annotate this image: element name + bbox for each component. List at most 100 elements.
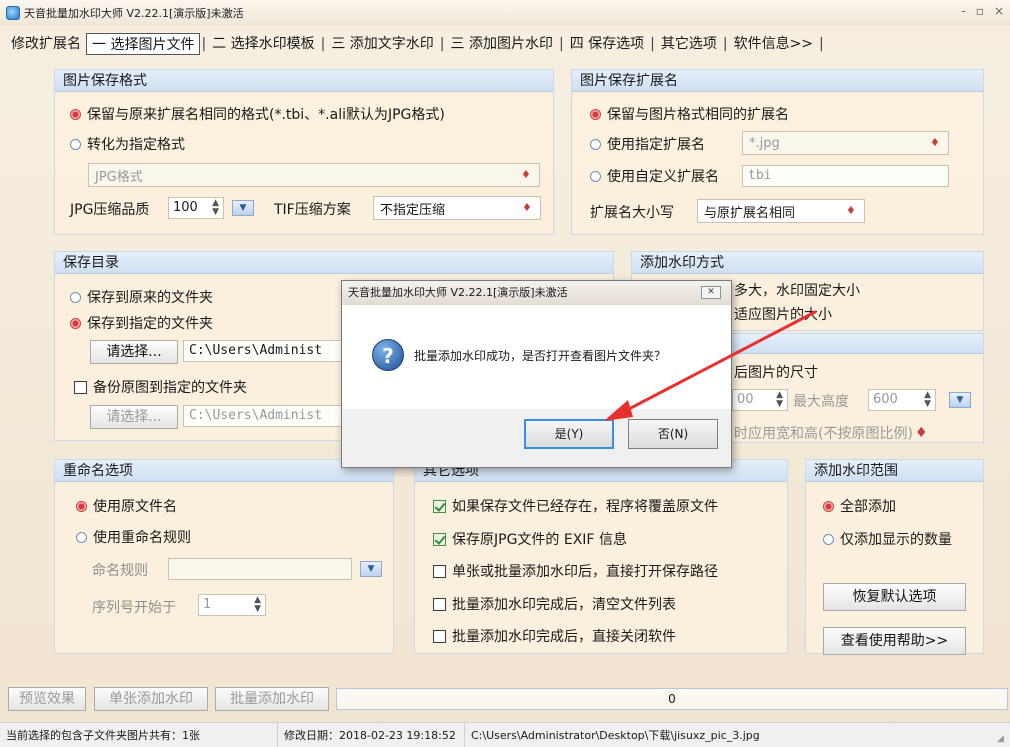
jpg-quality-stepper[interactable]: 100 ▲ ▼	[168, 197, 224, 219]
option-label: 使用指定扩展名	[607, 137, 705, 153]
dialog-close-button[interactable]: ✕	[701, 286, 721, 299]
option-label: 备份原图到指定的文件夹	[93, 380, 247, 396]
tab-save-options[interactable]: 四 保存选项	[565, 33, 649, 55]
radio-checked-icon	[70, 317, 81, 329]
tab-image-watermark[interactable]: 三 添加图片水印	[446, 33, 558, 55]
backup-path-field[interactable]: C:\Users\Administ	[183, 405, 343, 427]
option-label: 保存到原来的文件夹	[87, 290, 213, 306]
size-dropdown-button[interactable]: ▼	[949, 392, 971, 408]
watermark-adaptive-size-option[interactable]: 适应图片的大小	[734, 304, 832, 324]
custom-extension-field[interactable]: tbi	[742, 165, 949, 187]
max-height-stepper[interactable]: 600 ▲ ▼	[868, 389, 936, 411]
add-shown-option[interactable]: 仅添加显示的数量	[823, 529, 952, 549]
batch-watermark-button[interactable]: 批量添加水印	[215, 687, 329, 711]
progress-bar: 0	[336, 688, 1008, 710]
window-controls: - ▫ ×	[961, 4, 1004, 18]
dialog-title: 天音批量加水印大师 V2.22.1[演示版]未激活	[348, 286, 568, 299]
save-original-folder-option[interactable]: 保存到原来的文件夹	[70, 287, 213, 307]
extension-case-select[interactable]: 与原扩展名相同 ♦	[697, 199, 865, 223]
close-software-option[interactable]: 批量添加水印完成后，直接关闭软件	[433, 626, 676, 646]
same-extension-option[interactable]: 保留与图片格式相同的扩展名	[590, 104, 789, 124]
radio-checked-icon	[590, 108, 601, 120]
rename-rule-select[interactable]	[168, 558, 352, 580]
specified-extension-select[interactable]: *.jpg ♦	[742, 131, 949, 155]
view-help-button[interactable]: 查看使用帮助>>	[823, 627, 966, 655]
save-path-field[interactable]: C:\Users\Administ	[183, 340, 343, 362]
radio-unchecked-icon	[76, 531, 87, 543]
radio-unchecked-icon	[590, 170, 601, 182]
backup-choose-folder-button[interactable]: 请选择...	[90, 405, 178, 429]
radio-checked-icon	[70, 108, 81, 120]
stepper-arrows-icon[interactable]: ▲ ▼	[776, 391, 783, 409]
stepper-arrows-icon[interactable]: ▲ ▼	[924, 391, 931, 409]
resize-option[interactable]: 后图片的尺寸	[734, 362, 818, 382]
yes-button[interactable]: 是(Y)	[524, 419, 614, 449]
tab-bar: 修改扩展名 一 选择图片文件 | 二 选择水印模板 | 三 添加文字水印 | 三…	[0, 30, 1010, 58]
option-label: 使用自定义扩展名	[607, 169, 719, 185]
max-width-stepper[interactable]: 00 ▲ ▼	[732, 389, 788, 411]
group-title: 图片保存格式	[55, 70, 553, 92]
option-label: 保留与原来扩展名相同的格式(*.tbi、*.ali默认为JPG格式)	[87, 107, 445, 123]
dialog-body: ? 批量添加水印成功，是否打开查看图片文件夹？	[342, 305, 731, 409]
tab-software-info[interactable]: 软件信息>>	[729, 33, 818, 55]
dropdown-arrow-icon: ♦	[522, 201, 532, 214]
checkbox-unchecked-icon	[433, 564, 446, 578]
option-label: 批量添加水印完成后，清空文件列表	[452, 597, 676, 613]
stepper-arrows-icon[interactable]: ▲ ▼	[254, 596, 261, 614]
tab-other-options[interactable]: 其它选项	[656, 33, 722, 55]
save-specified-folder-option[interactable]: 保存到指定的文件夹	[70, 313, 213, 333]
checkbox-checked-icon	[433, 499, 446, 513]
tab-separator: |	[650, 36, 655, 52]
single-watermark-button[interactable]: 单张添加水印	[94, 687, 208, 711]
sequence-start-stepper[interactable]: 1 ▲ ▼	[198, 594, 266, 616]
specified-extension-option[interactable]: 使用指定扩展名	[590, 134, 705, 154]
option-label: 全部添加	[840, 499, 896, 515]
radio-unchecked-icon	[70, 291, 81, 303]
no-button[interactable]: 否(N)	[628, 419, 718, 449]
maximize-button[interactable]: ▫	[976, 4, 984, 18]
checkbox-checked-icon	[433, 532, 446, 546]
add-all-option[interactable]: 全部添加	[823, 496, 896, 516]
option-label: 使用重命名规则	[93, 530, 191, 546]
overwrite-existing-option[interactable]: 如果保存文件已经存在，程序将覆盖原文件	[433, 496, 718, 516]
sequence-start-label: 序列号开始于	[92, 600, 176, 616]
close-button[interactable]: ×	[994, 4, 1004, 18]
option-label: 批量添加水印完成后，直接关闭软件	[452, 629, 676, 645]
tif-compression-select[interactable]: 不指定压缩 ♦	[373, 196, 541, 220]
clear-file-list-option[interactable]: 批量添加水印完成后，清空文件列表	[433, 594, 676, 614]
backup-folder-option[interactable]: 备份原图到指定的文件夹	[74, 377, 247, 397]
rename-rule-dropdown-button[interactable]: ▼	[360, 561, 382, 577]
watermark-fixed-size-option[interactable]: 多大，水印固定大小	[734, 280, 860, 300]
select-value: 不指定压缩	[380, 202, 446, 218]
option-label: 保存到指定的文件夹	[87, 316, 213, 332]
apply-width-height-option[interactable]: 时应用宽和高(不按原图比例) ♦	[734, 423, 928, 443]
tab-separator: |	[201, 36, 207, 52]
keep-exif-option[interactable]: 保存原JPG文件的 EXIF 信息	[433, 529, 627, 549]
use-rename-rule-option[interactable]: 使用重命名规则	[76, 527, 191, 547]
jpg-quality-label: JPG压缩品质	[70, 202, 150, 218]
tab-text-watermark[interactable]: 三 添加文字水印	[326, 33, 438, 55]
keep-format-option[interactable]: 保留与原来扩展名相同的格式(*.tbi、*.ali默认为JPG格式)	[70, 104, 445, 124]
quality-dropdown-button[interactable]: ▼	[232, 200, 254, 216]
tab-rename-extension[interactable]: 修改扩展名	[6, 33, 86, 55]
tab-separator: |	[722, 36, 728, 52]
tab-separator: |	[439, 36, 445, 52]
radio-unchecked-icon	[823, 533, 834, 545]
tab-select-images[interactable]: 一 选择图片文件	[86, 33, 201, 55]
use-original-name-option[interactable]: 使用原文件名	[76, 496, 177, 516]
custom-extension-option[interactable]: 使用自定义扩展名	[590, 166, 719, 186]
open-save-path-option[interactable]: 单张或批量添加水印后，直接打开保存路径	[433, 561, 718, 581]
format-select[interactable]: JPG格式 ♦	[88, 163, 540, 187]
minimize-button[interactable]: -	[961, 4, 965, 18]
select-value: JPG格式	[95, 169, 143, 185]
group-title: 图片保存扩展名	[572, 70, 983, 92]
preview-button[interactable]: 预览效果	[8, 687, 86, 711]
choose-folder-button[interactable]: 请选择...	[90, 340, 178, 364]
resize-grip-icon[interactable]: ◢	[997, 734, 1007, 744]
convert-format-option[interactable]: 转化为指定格式	[70, 134, 185, 154]
restore-defaults-button[interactable]: 恢复默认选项	[823, 583, 966, 611]
tab-watermark-template[interactable]: 二 选择水印模板	[207, 33, 319, 55]
stepper-arrows-icon[interactable]: ▲ ▼	[212, 199, 219, 217]
group-title: 保存目录	[55, 252, 613, 274]
option-label: 使用原文件名	[93, 499, 177, 515]
